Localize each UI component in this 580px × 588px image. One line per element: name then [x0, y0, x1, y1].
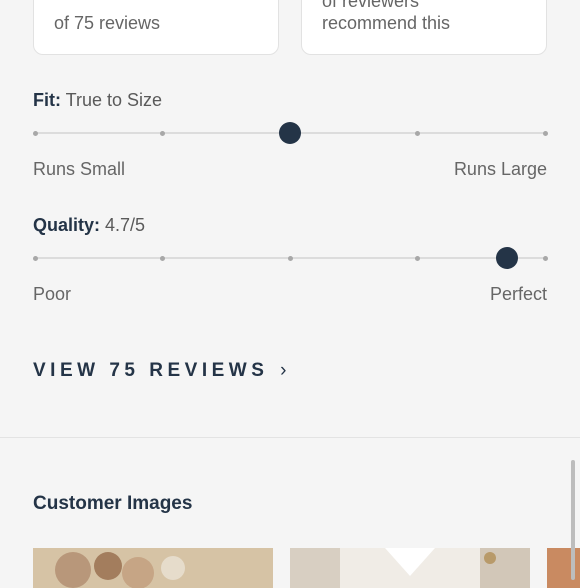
- review-count-text: of 75 reviews: [54, 13, 161, 33]
- quality-max-label: Perfect: [489, 284, 547, 304]
- quality-tick: [542, 255, 548, 261]
- fit-tick: [32, 130, 38, 136]
- star-rating-icon: ★★★★★: [54, 0, 141, 2]
- scrollbar[interactable]: [571, 460, 575, 580]
- customer-images-title: Customer Images: [33, 493, 193, 514]
- customer-image-thumbnail[interactable]: [547, 548, 580, 588]
- fit-slider: [32, 122, 548, 144]
- fit-min-label: Runs Small: [33, 159, 126, 179]
- quality-label: Quality:: [33, 215, 101, 235]
- quality-slider: [32, 247, 548, 269]
- quality-value: 4.7/5: [105, 215, 146, 235]
- quality-title: Quality: 4.7/5: [33, 215, 145, 236]
- fit-max-label: Runs Large: [453, 159, 547, 179]
- quality-slider-knob: [495, 247, 518, 269]
- quality-tick: [287, 255, 293, 261]
- fit-value: True to Size: [65, 90, 163, 110]
- quality-min-label: Poor: [33, 284, 72, 304]
- customer-image-photo: [547, 548, 580, 588]
- customer-image-photo: [290, 548, 530, 588]
- customer-image-thumbnail[interactable]: [290, 548, 530, 588]
- recommend-line-1: of reviewers: [322, 0, 420, 11]
- quality-tick: [160, 255, 165, 261]
- recommend-summary-card: of reviewers recommend this: [301, 0, 547, 55]
- fit-tick: [542, 130, 548, 136]
- quality-tick: [415, 255, 420, 261]
- customer-image-thumbnail[interactable]: [33, 548, 273, 588]
- quality-tick: [32, 255, 38, 261]
- fit-tick: [160, 130, 165, 136]
- view-reviews-label: VIEW 75 REVIEWS: [33, 360, 269, 381]
- recommend-line-2: recommend this: [322, 13, 451, 33]
- rating-summary-card: ★★★★★ of 75 reviews: [33, 0, 279, 55]
- fit-slider-knob: [279, 122, 301, 144]
- section-divider: [0, 437, 580, 438]
- fit-title: Fit: True to Size: [33, 90, 162, 111]
- fit-tick: [415, 130, 420, 136]
- chevron-right-icon: ›: [280, 360, 291, 381]
- fit-label: Fit:: [33, 90, 61, 110]
- customer-image-photo: [33, 548, 273, 588]
- view-reviews-link[interactable]: VIEW 75 REVIEWS ›: [33, 360, 291, 382]
